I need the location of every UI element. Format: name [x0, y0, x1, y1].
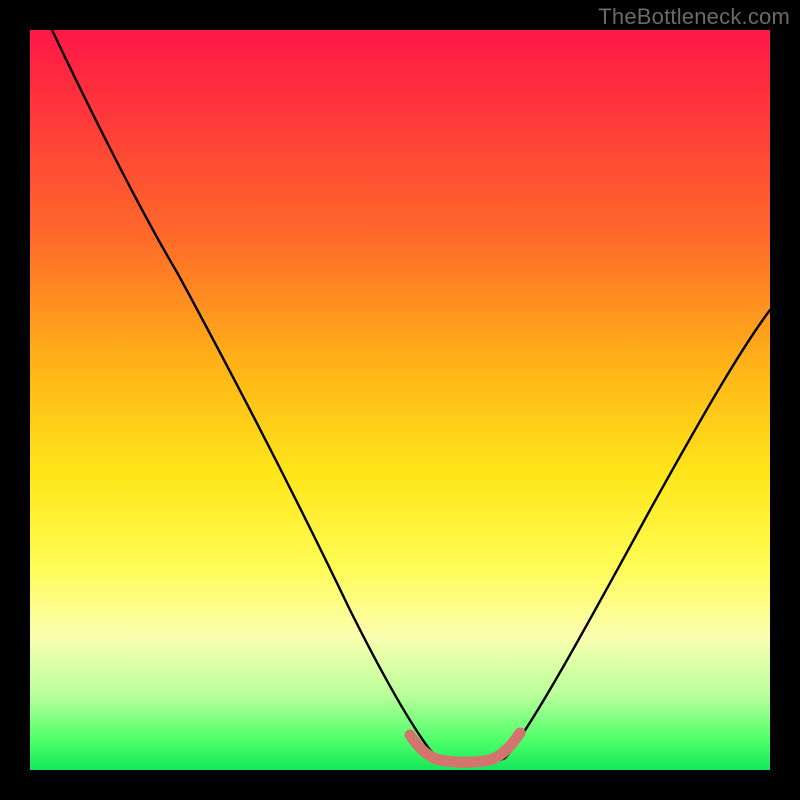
- curve-line: [52, 30, 770, 765]
- plot-area: [30, 30, 770, 770]
- trough-highlight: [410, 733, 520, 762]
- chart-svg: [30, 30, 770, 770]
- watermark-text: TheBottleneck.com: [598, 4, 790, 30]
- chart-frame: TheBottleneck.com: [0, 0, 800, 800]
